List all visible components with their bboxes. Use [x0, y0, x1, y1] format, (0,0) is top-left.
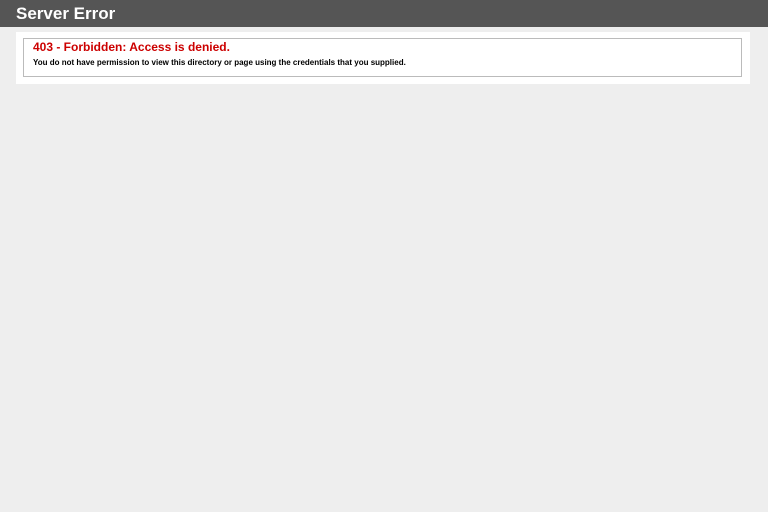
content-panel: 403 - Forbidden: Access is denied. You d… — [16, 32, 750, 84]
error-title: 403 - Forbidden: Access is denied. — [33, 40, 230, 54]
error-box: 403 - Forbidden: Access is denied. You d… — [23, 38, 742, 77]
page-title: Server Error — [16, 4, 116, 23]
header-bar: Server Error — [0, 0, 768, 27]
error-message: You do not have permission to view this … — [33, 58, 406, 67]
